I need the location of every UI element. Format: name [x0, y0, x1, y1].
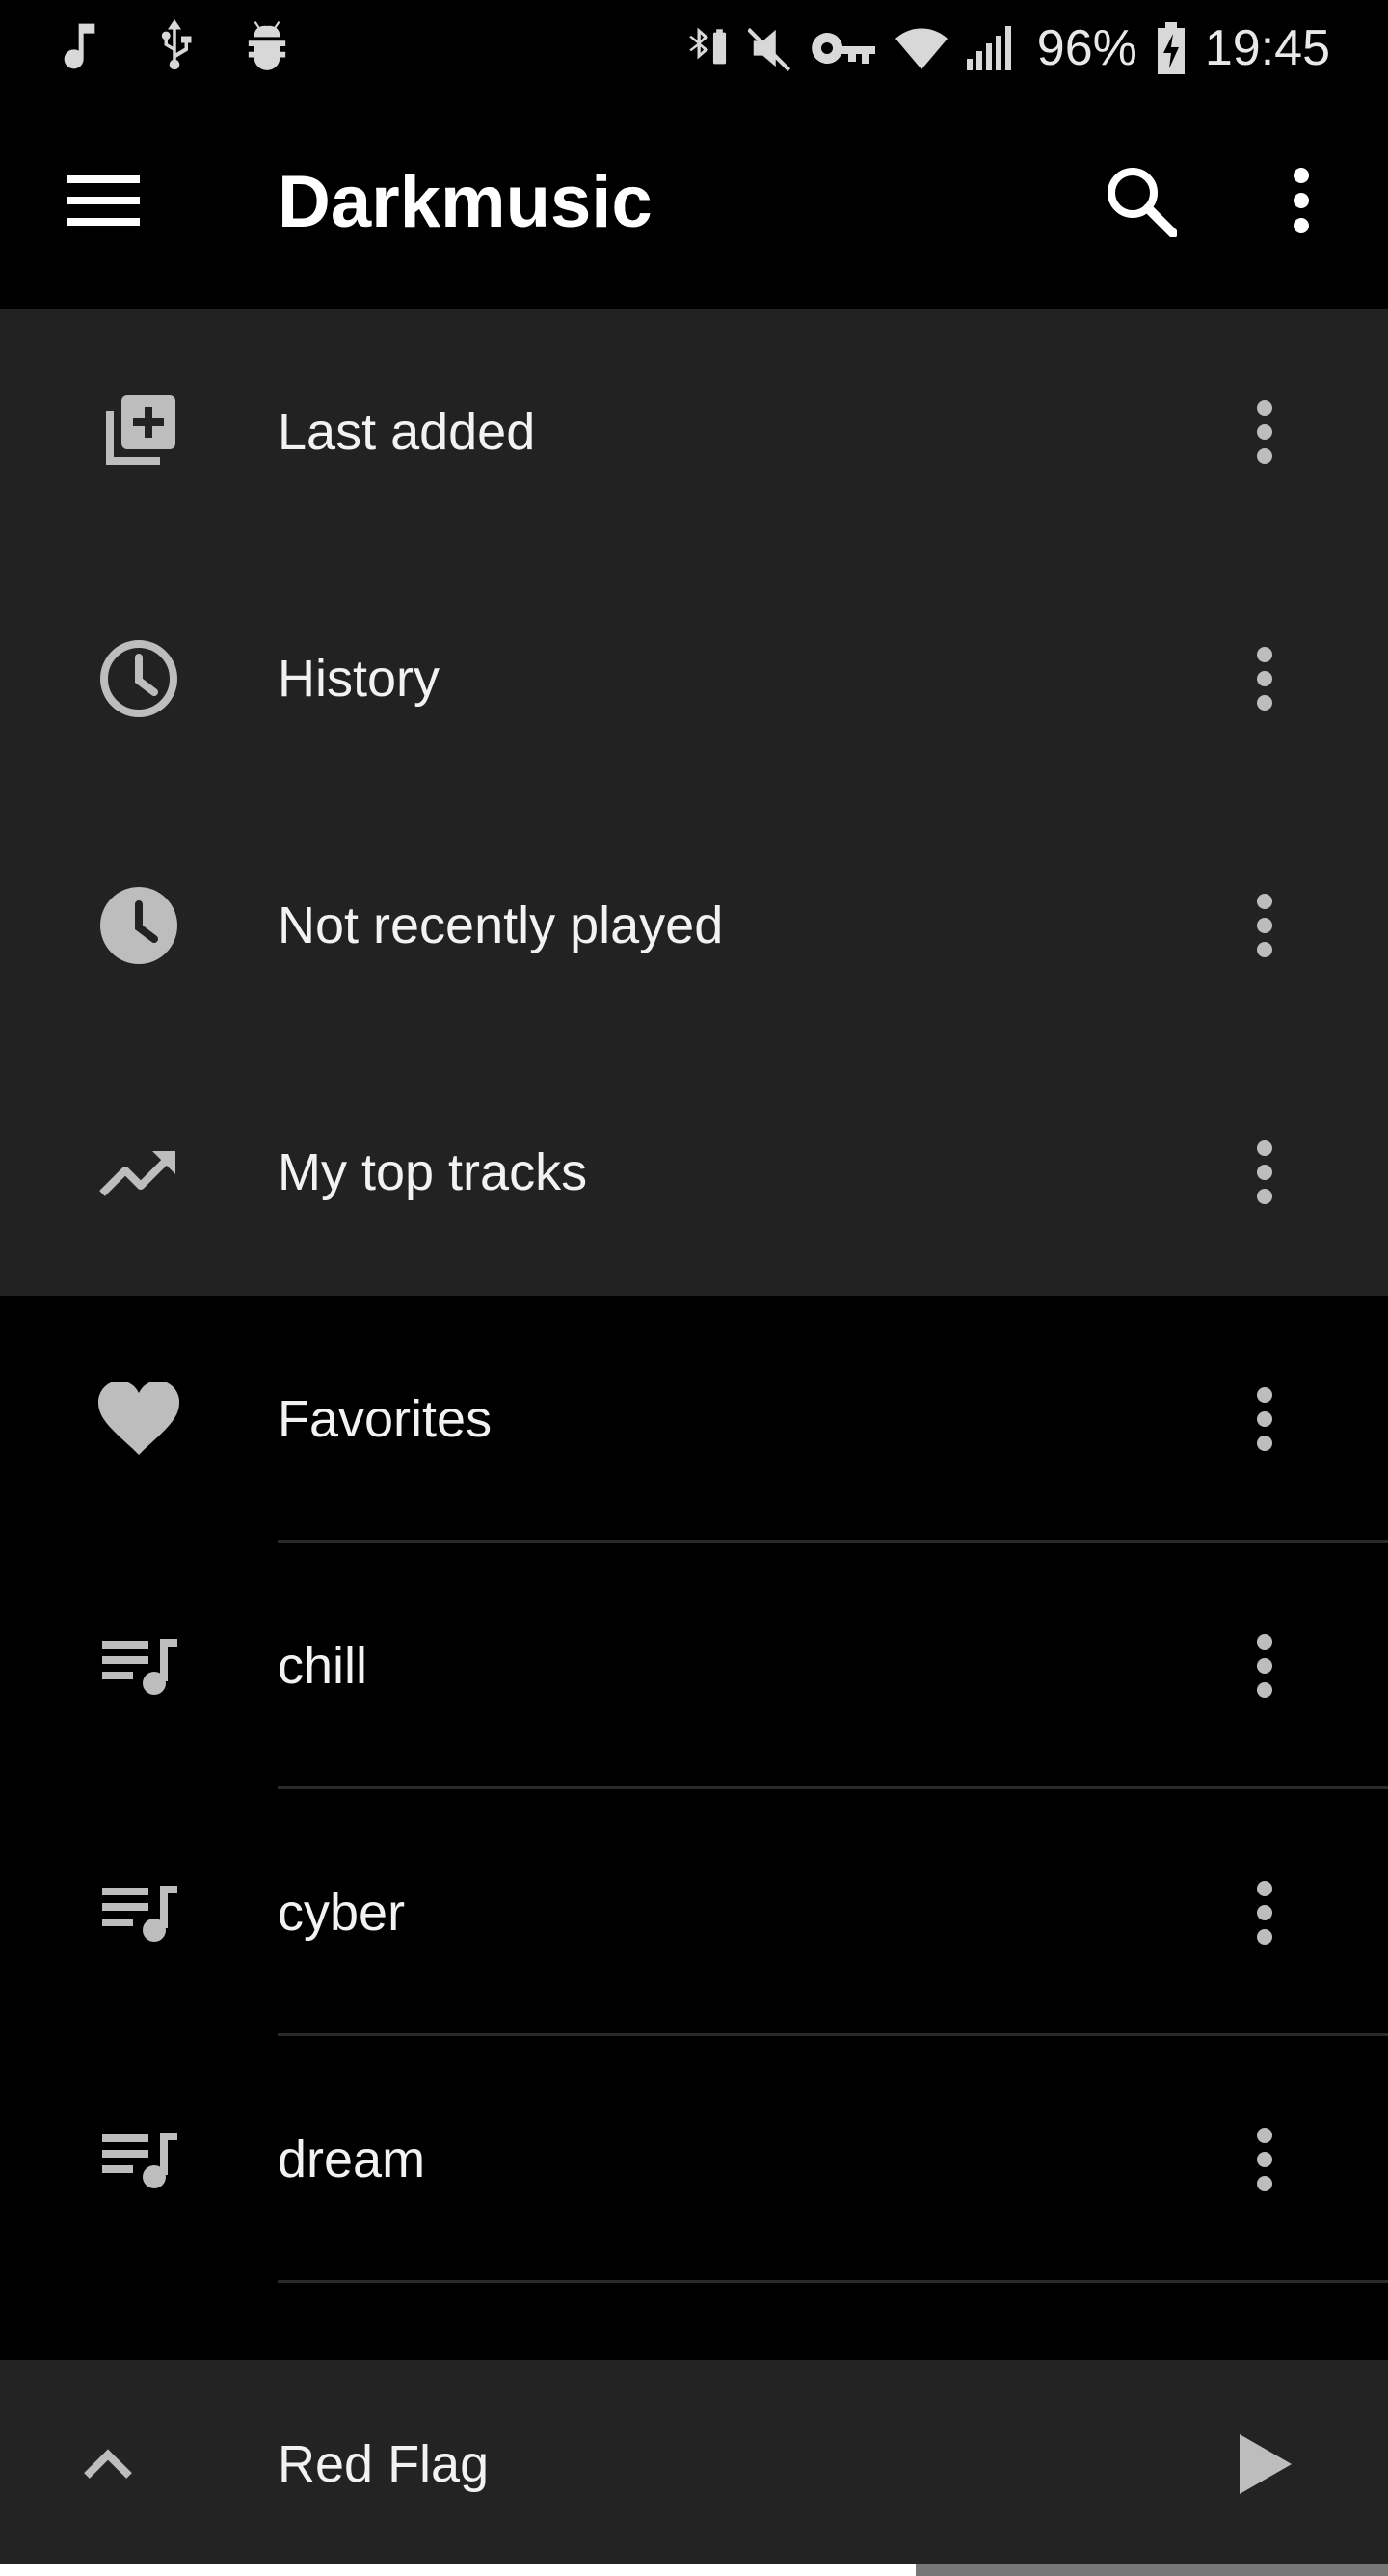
overflow-menu-button[interactable]	[1263, 156, 1340, 249]
progress-remaining	[916, 2564, 1388, 2576]
playlist-row-chill[interactable]: chill	[0, 1543, 1388, 1789]
playlist-label: Last added	[278, 403, 536, 461]
playlist-label: My top tracks	[278, 1143, 588, 1201]
search-icon	[1104, 164, 1178, 242]
library-add-icon	[93, 386, 185, 478]
wifi-icon	[894, 19, 948, 77]
clock: 19:45	[1204, 20, 1330, 76]
music-note-icon	[60, 17, 104, 75]
row-divider	[278, 2280, 1388, 2283]
playback-progress-bar[interactable]	[0, 2564, 1388, 2576]
app-title: Darkmusic	[278, 161, 653, 243]
progress-fill	[0, 2564, 917, 2576]
app-bar: Darkmusic	[0, 96, 1388, 309]
mini-player[interactable]: Red Flag	[0, 2360, 1388, 2564]
more-options-button[interactable]	[1224, 629, 1305, 729]
playlist-label: chill	[278, 1637, 368, 1695]
more-vertical-icon	[1257, 400, 1272, 464]
playlist-row-last-added[interactable]: Last added	[0, 309, 1388, 555]
more-vertical-icon	[1257, 894, 1272, 957]
playlist-row-history[interactable]: History	[0, 555, 1388, 802]
more-vertical-icon	[1257, 1881, 1272, 1945]
play-button[interactable]	[1214, 2414, 1315, 2514]
search-button[interactable]	[1094, 156, 1187, 249]
play-icon	[1240, 2434, 1292, 2494]
more-vertical-icon	[1257, 1634, 1272, 1698]
more-options-button[interactable]	[1224, 1122, 1305, 1222]
playlist-label: History	[278, 650, 440, 708]
now-playing-title: Red Flag	[278, 2435, 490, 2493]
user-playlists-section: Favorites chill cyber dream	[0, 1296, 1388, 2360]
usb-icon	[152, 17, 197, 75]
menu-button[interactable]	[60, 164, 147, 241]
more-options-button[interactable]	[1224, 1369, 1305, 1469]
chevron-up-icon	[84, 2449, 132, 2479]
muted-icon	[747, 19, 792, 77]
more-vertical-icon	[1257, 647, 1272, 711]
clock-filled-icon	[93, 879, 185, 972]
more-vertical-icon	[1257, 2128, 1272, 2191]
vpn-key-icon	[810, 19, 877, 77]
playlist-row-cyber[interactable]: cyber	[0, 1789, 1388, 2036]
heart-icon	[93, 1373, 185, 1465]
signal-icon	[966, 19, 1020, 77]
bluetooth-battery-icon	[686, 19, 731, 77]
trending-up-icon	[93, 1126, 185, 1219]
expand-player-button[interactable]	[67, 2424, 148, 2505]
status-bar: 96% 19:45	[0, 0, 1388, 96]
playlist-label: dream	[278, 2131, 426, 2188]
playlist-music-icon	[93, 2113, 185, 2206]
playlist-music-icon	[93, 1620, 185, 1712]
playlist-music-icon	[93, 1866, 185, 1959]
android-debug-icon	[245, 17, 289, 75]
more-options-button[interactable]	[1224, 1863, 1305, 1963]
more-options-button[interactable]	[1224, 382, 1305, 482]
battery-percent: 96%	[1036, 20, 1137, 76]
playlist-label: Not recently played	[278, 897, 724, 954]
more-options-button[interactable]	[1224, 2109, 1305, 2210]
more-vertical-icon	[1257, 1140, 1272, 1204]
more-options-button[interactable]	[1224, 1616, 1305, 1716]
clock-outline-icon	[93, 632, 185, 725]
status-bar-system: 96% 19:45	[686, 17, 1330, 79]
more-options-button[interactable]	[1224, 875, 1305, 976]
hamburger-menu-icon	[67, 174, 140, 232]
battery-charging-icon	[1155, 19, 1188, 77]
playlist-row-dream[interactable]: dream	[0, 2036, 1388, 2283]
smart-playlists-section: Last added History Not recently played M…	[0, 309, 1388, 1296]
more-vertical-icon	[1257, 1387, 1272, 1451]
playlist-row-my-top-tracks[interactable]: My top tracks	[0, 1049, 1388, 1296]
playlist-label: cyber	[278, 1884, 406, 1942]
more-vertical-icon	[1292, 167, 1311, 238]
status-bar-notifications	[60, 17, 289, 75]
playlist-label: Favorites	[278, 1390, 493, 1448]
playlist-row-not-recently-played[interactable]: Not recently played	[0, 802, 1388, 1049]
playlist-row-favorites[interactable]: Favorites	[0, 1296, 1388, 1543]
